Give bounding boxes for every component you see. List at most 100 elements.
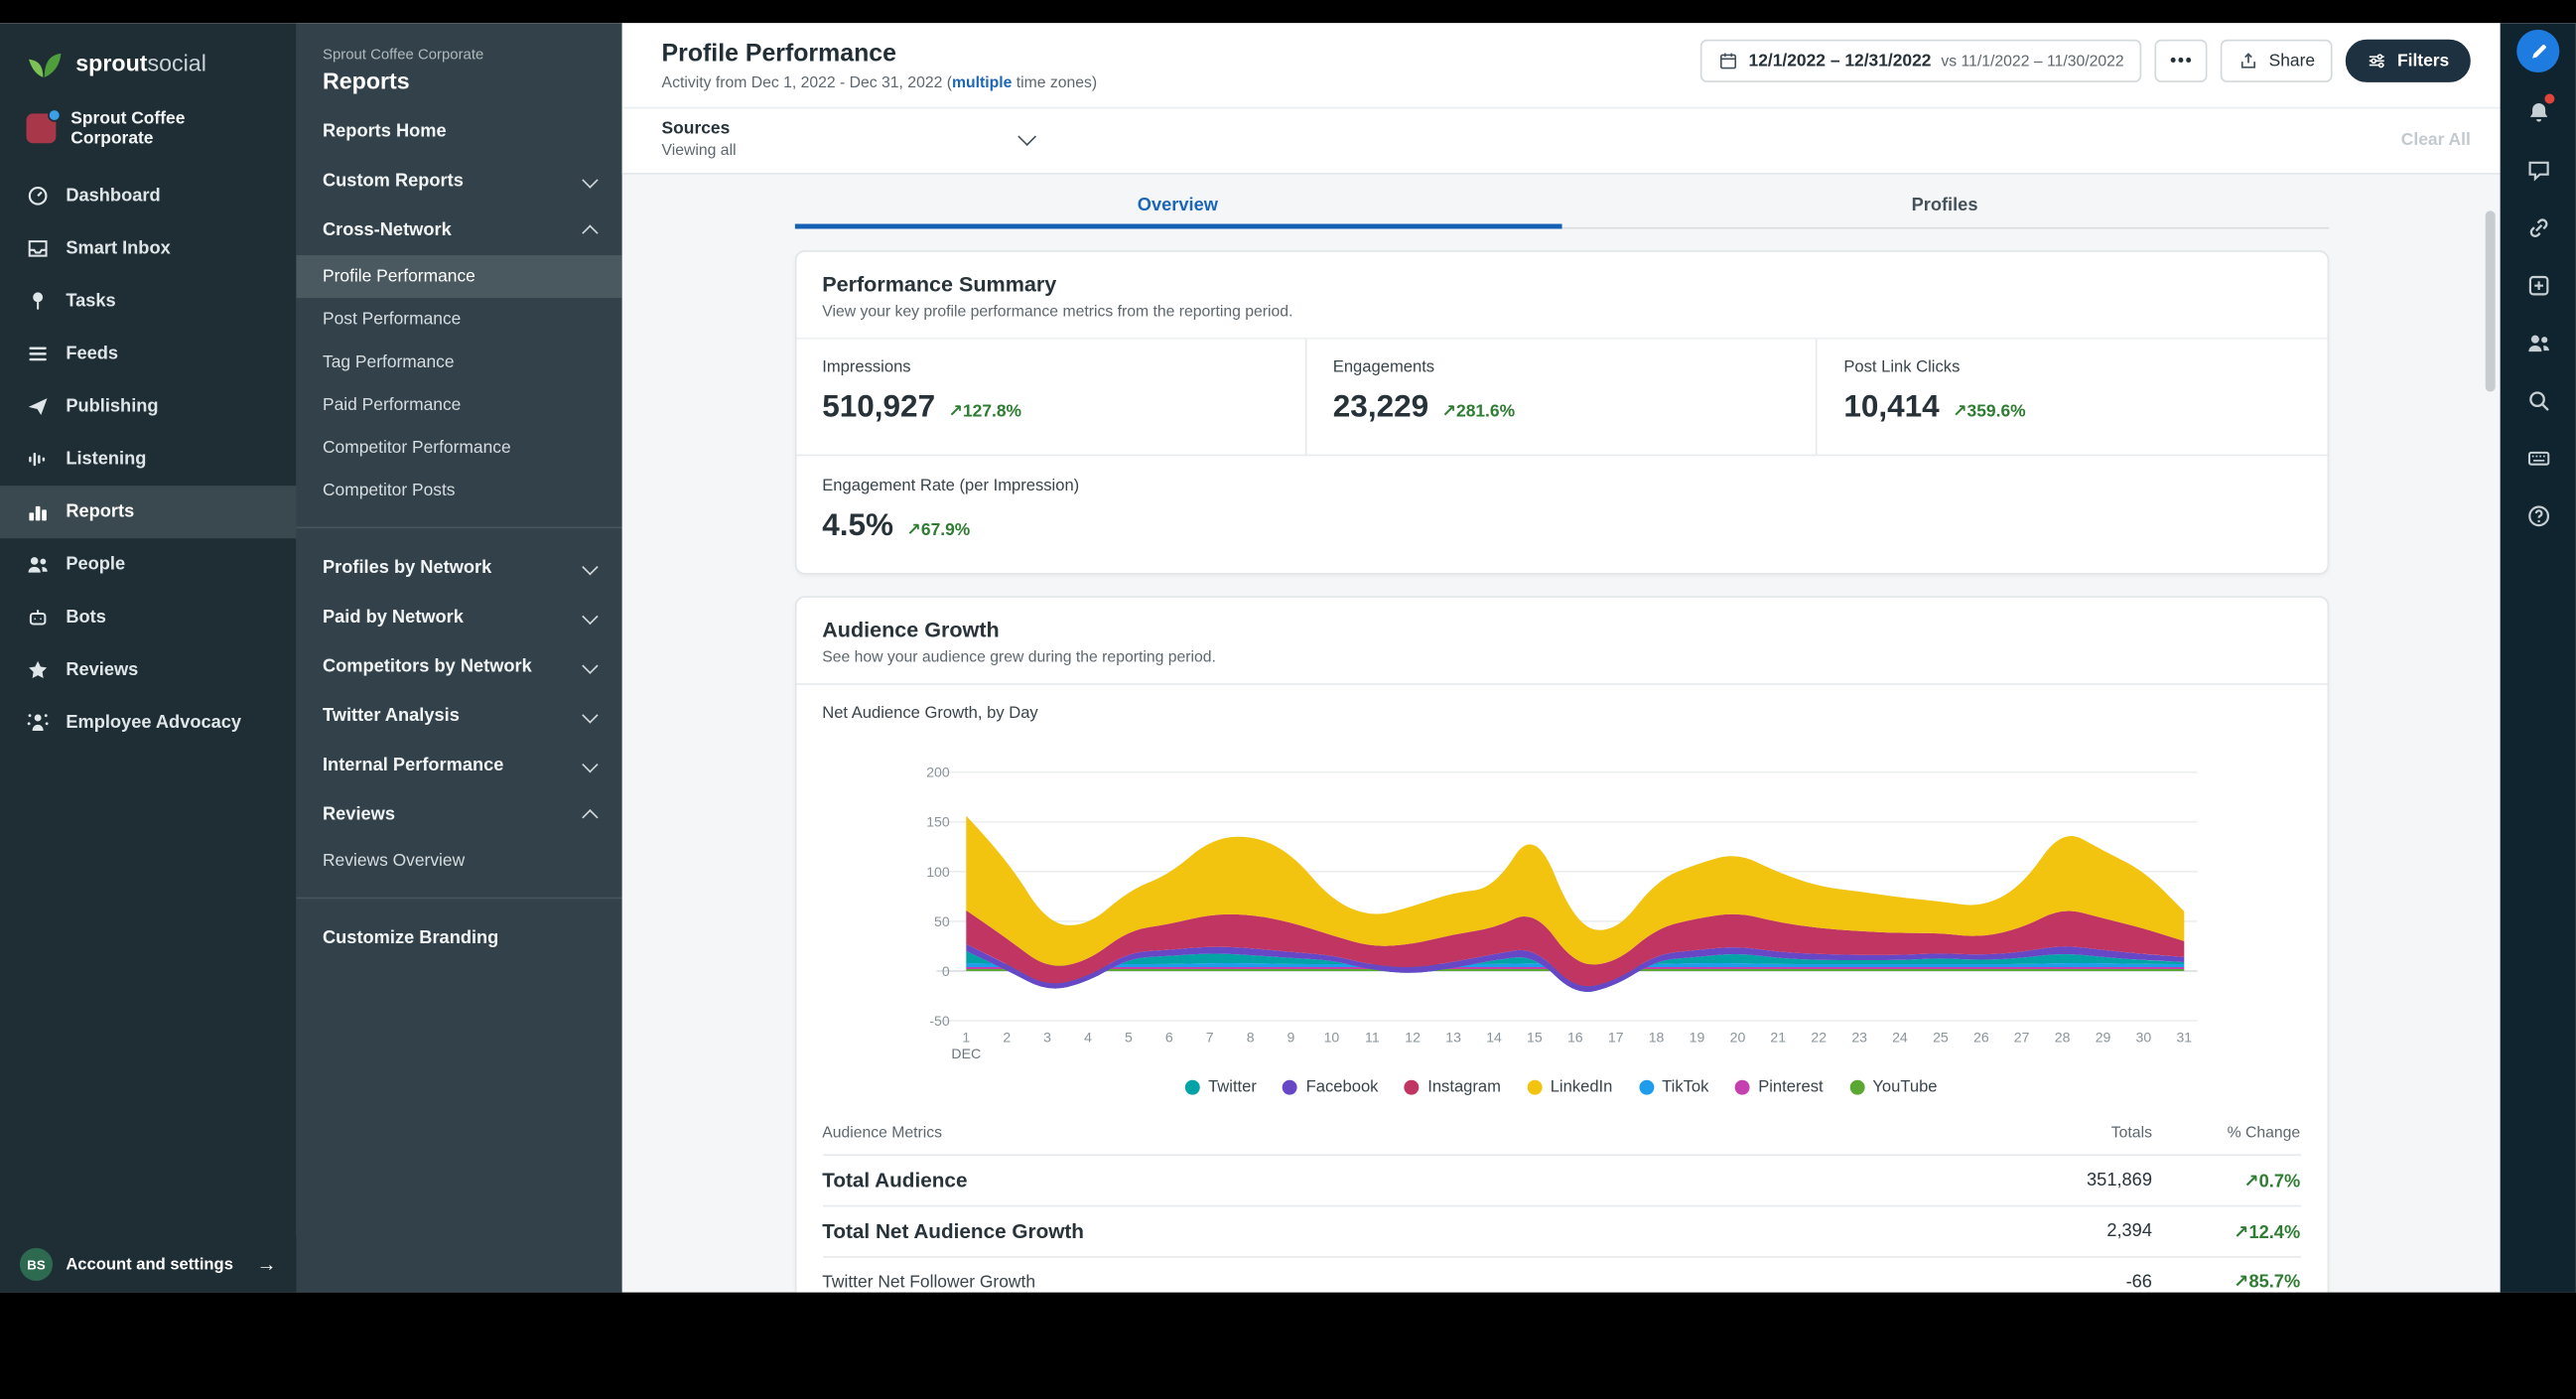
svg-text:24: 24: [1891, 1030, 1907, 1046]
account-name: Sprout Coffee Corporate: [70, 108, 186, 149]
reports-nav-group-custom-reports[interactable]: Custom Reports: [296, 157, 621, 207]
reports-nav-group-cross-network[interactable]: Cross-Network: [296, 206, 621, 255]
svg-text:0: 0: [941, 963, 949, 979]
legend-instagram: Instagram: [1405, 1078, 1501, 1096]
row-change: ↗85.7%: [2234, 1272, 2301, 1293]
team-icon[interactable]: [2520, 325, 2556, 360]
svg-text:25: 25: [1932, 1030, 1948, 1046]
reports-nav-group-profiles-by-network[interactable]: Profiles by Network: [296, 543, 621, 593]
reports-nav-reports-home[interactable]: Reports Home: [296, 107, 621, 157]
metric-label: Engagement Rate (per Impression): [822, 477, 1080, 496]
table-row-total-net-audience-growth[interactable]: Total Net Audience Growth 2,394 ↗12.4%: [822, 1204, 2301, 1256]
account-settings-label: Account and settings: [66, 1255, 233, 1274]
svg-text:8: 8: [1246, 1030, 1254, 1046]
group-label: Internal Performance: [322, 756, 504, 775]
alerts-icon[interactable]: [2520, 91, 2557, 130]
keyboard-icon[interactable]: [2520, 440, 2556, 476]
sidebar-item-tasks[interactable]: Tasks: [0, 275, 296, 328]
chevron-down-icon: [582, 706, 599, 723]
svg-text:15: 15: [1526, 1030, 1542, 1046]
account-avatar: [26, 108, 62, 144]
table-row-total-audience[interactable]: Total Audience 351,869 ↗0.7%: [822, 1154, 2301, 1204]
sidebar-item-label: Bots: [66, 607, 106, 628]
reports-nav-paid-performance[interactable]: Paid Performance: [296, 383, 621, 426]
svg-text:29: 29: [2095, 1030, 2110, 1046]
filters-button[interactable]: Filters: [2346, 39, 2471, 82]
audience-growth-title: Audience Growth: [822, 617, 1000, 642]
reports-nav-tag-performance[interactable]: Tag Performance: [296, 341, 621, 383]
feedback-icon[interactable]: [2520, 152, 2556, 188]
add-icon[interactable]: [2520, 267, 2556, 303]
reports-nav-post-performance[interactable]: Post Performance: [296, 298, 621, 341]
sidebar-item-label: Tasks: [66, 291, 116, 312]
reports-nav-customize-branding[interactable]: Customize Branding: [296, 913, 621, 963]
sidebar-item-publishing[interactable]: Publishing: [0, 380, 296, 433]
share-button[interactable]: Share: [2221, 39, 2334, 82]
multiple-timezones-link[interactable]: multiple: [952, 74, 1012, 92]
reports-nav-group-competitors-by-network[interactable]: Competitors by Network: [296, 642, 621, 692]
subtitle-suffix: time zones): [1012, 73, 1098, 92]
metric-value: 10,414: [1843, 389, 1940, 425]
account-switcher[interactable]: Sprout Coffee Corporate: [0, 94, 296, 170]
date-range-button[interactable]: 12/1/2022 – 12/31/2022 vs 11/1/2022 – 11…: [1700, 39, 2142, 82]
page-subtitle: Activity from Dec 1, 2022 - Dec 31, 2022…: [662, 74, 1098, 92]
link-icon[interactable]: [2520, 210, 2556, 245]
row-change: ↗12.4%: [2234, 1222, 2301, 1243]
legend-linkedin: LinkedIn: [1527, 1078, 1612, 1096]
row-metric-name: Twitter Net Follower Growth: [822, 1271, 1036, 1292]
svg-text:3: 3: [1042, 1030, 1050, 1046]
sidebar-item-reports[interactable]: Reports: [0, 486, 297, 539]
reports-nav-group-reviews[interactable]: Reviews: [296, 790, 621, 840]
audience-growth-subtitle: See how your audience grew during the re…: [822, 648, 1216, 667]
sidebar-item-smart-inbox[interactable]: Smart Inbox: [0, 222, 296, 275]
reports-nav-group-paid-by-network[interactable]: Paid by Network: [296, 593, 621, 642]
svg-text:50: 50: [933, 913, 949, 929]
legend-facebook: Facebook: [1283, 1078, 1378, 1096]
audience-growth-head: Audience Growth See how your audience gr…: [795, 598, 2327, 685]
tab-profiles[interactable]: Profiles: [1561, 183, 2329, 227]
sidebar-item-listening[interactable]: Listening: [0, 433, 296, 486]
vertical-scrollbar[interactable]: [2485, 210, 2496, 392]
svg-text:6: 6: [1164, 1030, 1172, 1046]
clear-all-button[interactable]: Clear All: [2401, 129, 2471, 149]
chevron-down-icon: [582, 558, 599, 575]
compose-icon[interactable]: [2516, 29, 2560, 72]
table-row-twitter-net-follower-growth[interactable]: Twitter Net Follower Growth -66 ↗85.7%: [822, 1256, 2301, 1293]
reports-nav-group-internal-performance[interactable]: Internal Performance: [296, 741, 621, 790]
chevron-down-icon: [582, 656, 599, 674]
tab-overview[interactable]: Overview: [794, 183, 1561, 229]
people-icon: [27, 553, 50, 576]
sidebar-item-people[interactable]: People: [0, 538, 296, 591]
account-settings[interactable]: BS Account and settings →: [0, 1236, 297, 1293]
filters-icon: [2368, 51, 2387, 70]
table-header-totals: Totals: [2110, 1124, 2152, 1143]
help-icon[interactable]: [2520, 497, 2556, 533]
reports-nav-group-twitter-analysis[interactable]: Twitter Analysis: [296, 691, 621, 741]
sidebar-item-feeds[interactable]: Feeds: [0, 328, 296, 380]
sidebar-item-bots[interactable]: Bots: [0, 591, 296, 643]
sprout-logo-icon: [27, 45, 63, 80]
sidebar-item-dashboard[interactable]: Dashboard: [0, 170, 296, 222]
sidebar-item-employee-advocacy[interactable]: Employee Advocacy: [0, 696, 296, 749]
row-total: 2,394: [2106, 1221, 2152, 1242]
more-options-button[interactable]: •••: [2155, 39, 2209, 82]
reports-nav-reviews-overview[interactable]: Reviews Overview: [296, 840, 621, 883]
legend-label: YouTube: [1872, 1078, 1938, 1097]
reports-nav-profile-performance[interactable]: Profile Performance: [296, 255, 622, 299]
reports-title: Reports: [322, 67, 410, 94]
group-label: Profiles by Network: [322, 558, 492, 578]
sidebar-item-reviews[interactable]: Reviews: [0, 643, 296, 696]
sources-dropdown[interactable]: Sources Viewing all: [662, 118, 1037, 160]
chart-label: Net Audience Growth, by Day: [822, 704, 1038, 723]
arrow-right-icon: →: [256, 1252, 277, 1277]
legend-label: LinkedIn: [1550, 1078, 1613, 1097]
reports-nav-competitor-posts[interactable]: Competitor Posts: [296, 470, 621, 512]
search-icon[interactable]: [2520, 382, 2556, 418]
reports-nav-competitor-performance[interactable]: Competitor Performance: [296, 426, 621, 469]
performance-summary-title: Performance Summary: [822, 271, 1057, 297]
reports-nav-list: Reports Home Custom Reports Cross-Network P…: [296, 107, 622, 963]
sidebar-item-label: Reports: [66, 501, 135, 522]
table-header-metrics: Audience Metrics: [822, 1124, 943, 1143]
brand[interactable]: sproutsocial: [0, 23, 296, 93]
notification-badge: [2542, 91, 2557, 106]
